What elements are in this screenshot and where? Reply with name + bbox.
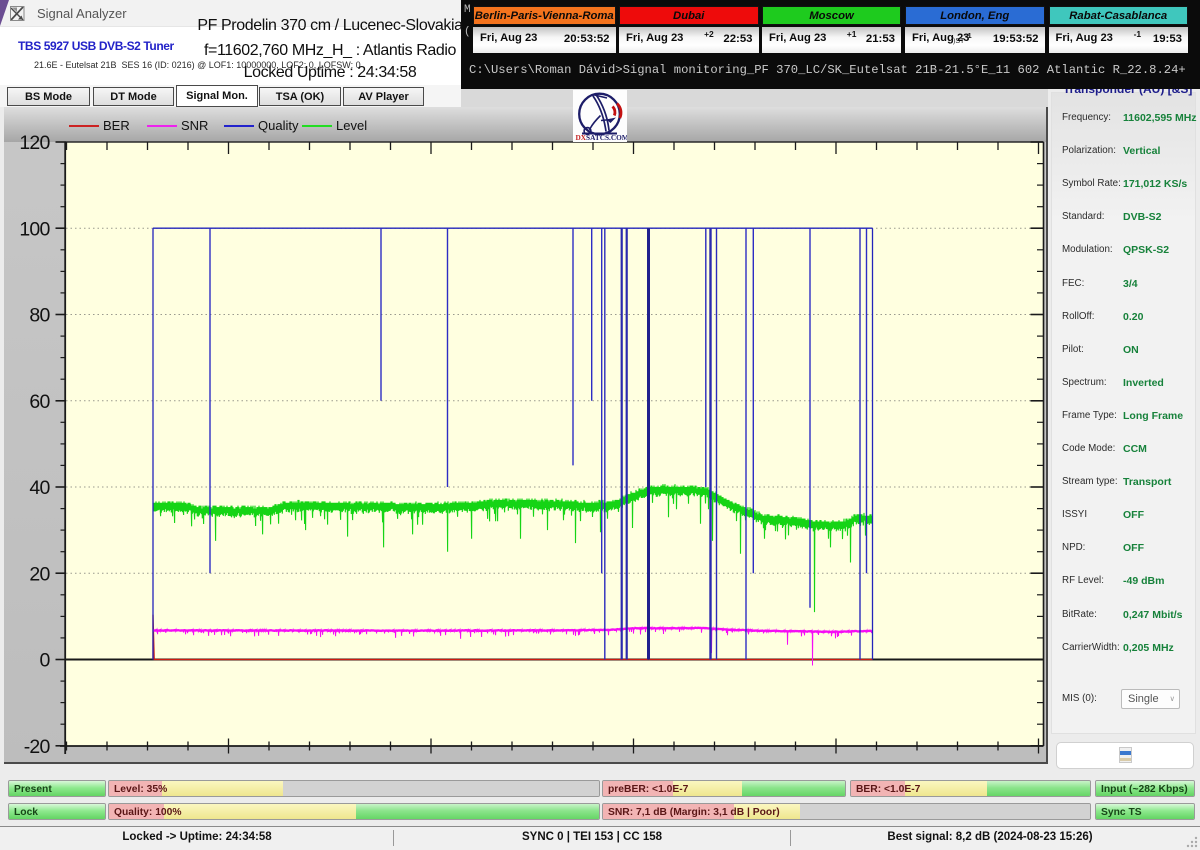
- svg-text:40: 40: [29, 477, 50, 499]
- svg-text:DXSATCS.COM: DXSATCS.COM: [576, 133, 628, 142]
- svg-text:120: 120: [19, 132, 50, 154]
- svg-text:100: 100: [19, 218, 50, 240]
- svg-text:0: 0: [39, 650, 50, 672]
- svg-text:20: 20: [29, 564, 50, 586]
- svg-text:60: 60: [29, 391, 50, 413]
- svg-text:80: 80: [29, 305, 50, 327]
- svg-text:-20: -20: [24, 736, 51, 758]
